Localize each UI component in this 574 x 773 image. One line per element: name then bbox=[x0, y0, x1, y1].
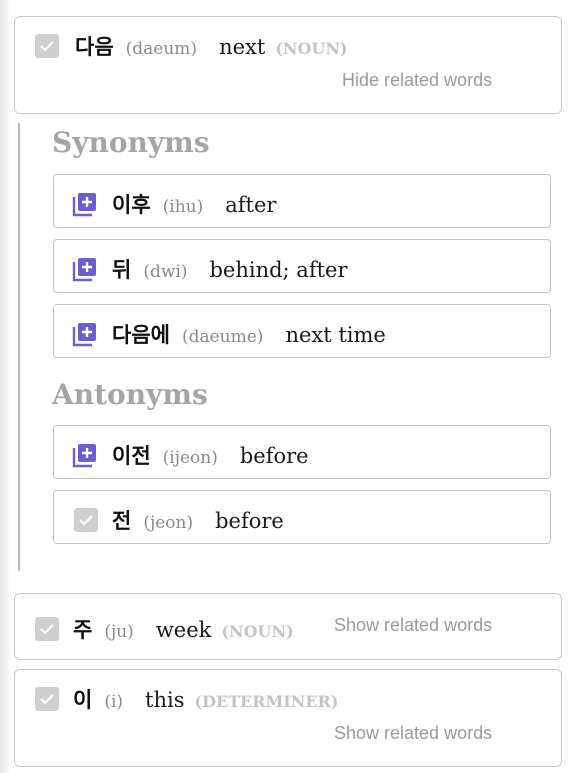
word-romanization: (dwi) bbox=[143, 262, 188, 282]
antonym-card: 전 (jeon) before bbox=[53, 490, 551, 544]
word-hangul: 주 bbox=[73, 618, 93, 642]
show-related-words-link[interactable]: Show related words bbox=[334, 615, 492, 636]
word-gloss: next bbox=[219, 35, 266, 59]
antonyms-heading: Antonyms bbox=[52, 378, 208, 411]
show-related-words-link[interactable]: Show related words bbox=[334, 723, 492, 744]
panel-edge-shadow bbox=[0, 0, 12, 773]
word-hangul: 다음에 bbox=[112, 323, 170, 347]
word-romanization: (daeume) bbox=[181, 327, 264, 347]
word-romanization: (daeum) bbox=[125, 39, 198, 59]
checkbox[interactable] bbox=[35, 617, 59, 641]
checkbox[interactable] bbox=[35, 34, 59, 58]
word-card-i: 이 (i) this (DETERMINER) Show related wor… bbox=[14, 669, 562, 767]
word-hangul: 전 bbox=[112, 509, 132, 533]
word-gloss: after bbox=[225, 193, 277, 217]
word-gloss: behind; after bbox=[209, 258, 348, 282]
word-romanization: (jeon) bbox=[143, 513, 194, 533]
synonyms-heading: Synonyms bbox=[52, 126, 210, 159]
synonym-card: 이후 (ihu) after bbox=[53, 174, 551, 228]
word-hangul: 이전 bbox=[112, 444, 151, 468]
word-gloss: week bbox=[155, 618, 212, 642]
word-part-of-speech: (NOUN) bbox=[221, 622, 294, 641]
add-word-icon[interactable] bbox=[72, 191, 98, 217]
synonym-card: 다음에 (daeume) next time bbox=[53, 304, 551, 358]
checkbox[interactable] bbox=[35, 687, 59, 711]
related-words-divider bbox=[18, 123, 20, 571]
word-hangul: 뒤 bbox=[112, 258, 132, 282]
word-hangul: 이 bbox=[73, 688, 93, 712]
word-part-of-speech: (DETERMINER) bbox=[194, 692, 339, 711]
word-romanization: (ihu) bbox=[162, 197, 204, 217]
add-word-icon[interactable] bbox=[72, 442, 98, 468]
word-gloss: before bbox=[215, 509, 284, 533]
word-romanization: (i) bbox=[104, 692, 124, 712]
antonym-card: 이전 (ijeon) before bbox=[53, 425, 551, 479]
word-hangul: 이후 bbox=[112, 193, 151, 217]
word-gloss: before bbox=[239, 444, 309, 468]
checkbox[interactable] bbox=[74, 508, 98, 532]
synonym-card: 뒤 (dwi) behind; after bbox=[53, 239, 551, 293]
word-hangul: 다음 bbox=[75, 35, 114, 59]
add-word-icon[interactable] bbox=[72, 256, 98, 282]
word-romanization: (ju) bbox=[104, 622, 134, 642]
word-romanization: (ijeon) bbox=[162, 448, 218, 468]
word-gloss: next time bbox=[285, 323, 386, 347]
hide-related-words-link[interactable]: Hide related words bbox=[342, 70, 492, 91]
word-card-daeum: 다음 (daeum) next (NOUN) Hide related word… bbox=[14, 16, 562, 114]
add-word-icon[interactable] bbox=[72, 321, 98, 347]
word-gloss: this bbox=[145, 688, 185, 712]
word-card-ju: 주 (ju) week (NOUN) Show related words bbox=[14, 593, 562, 660]
word-part-of-speech: (NOUN) bbox=[275, 39, 348, 58]
